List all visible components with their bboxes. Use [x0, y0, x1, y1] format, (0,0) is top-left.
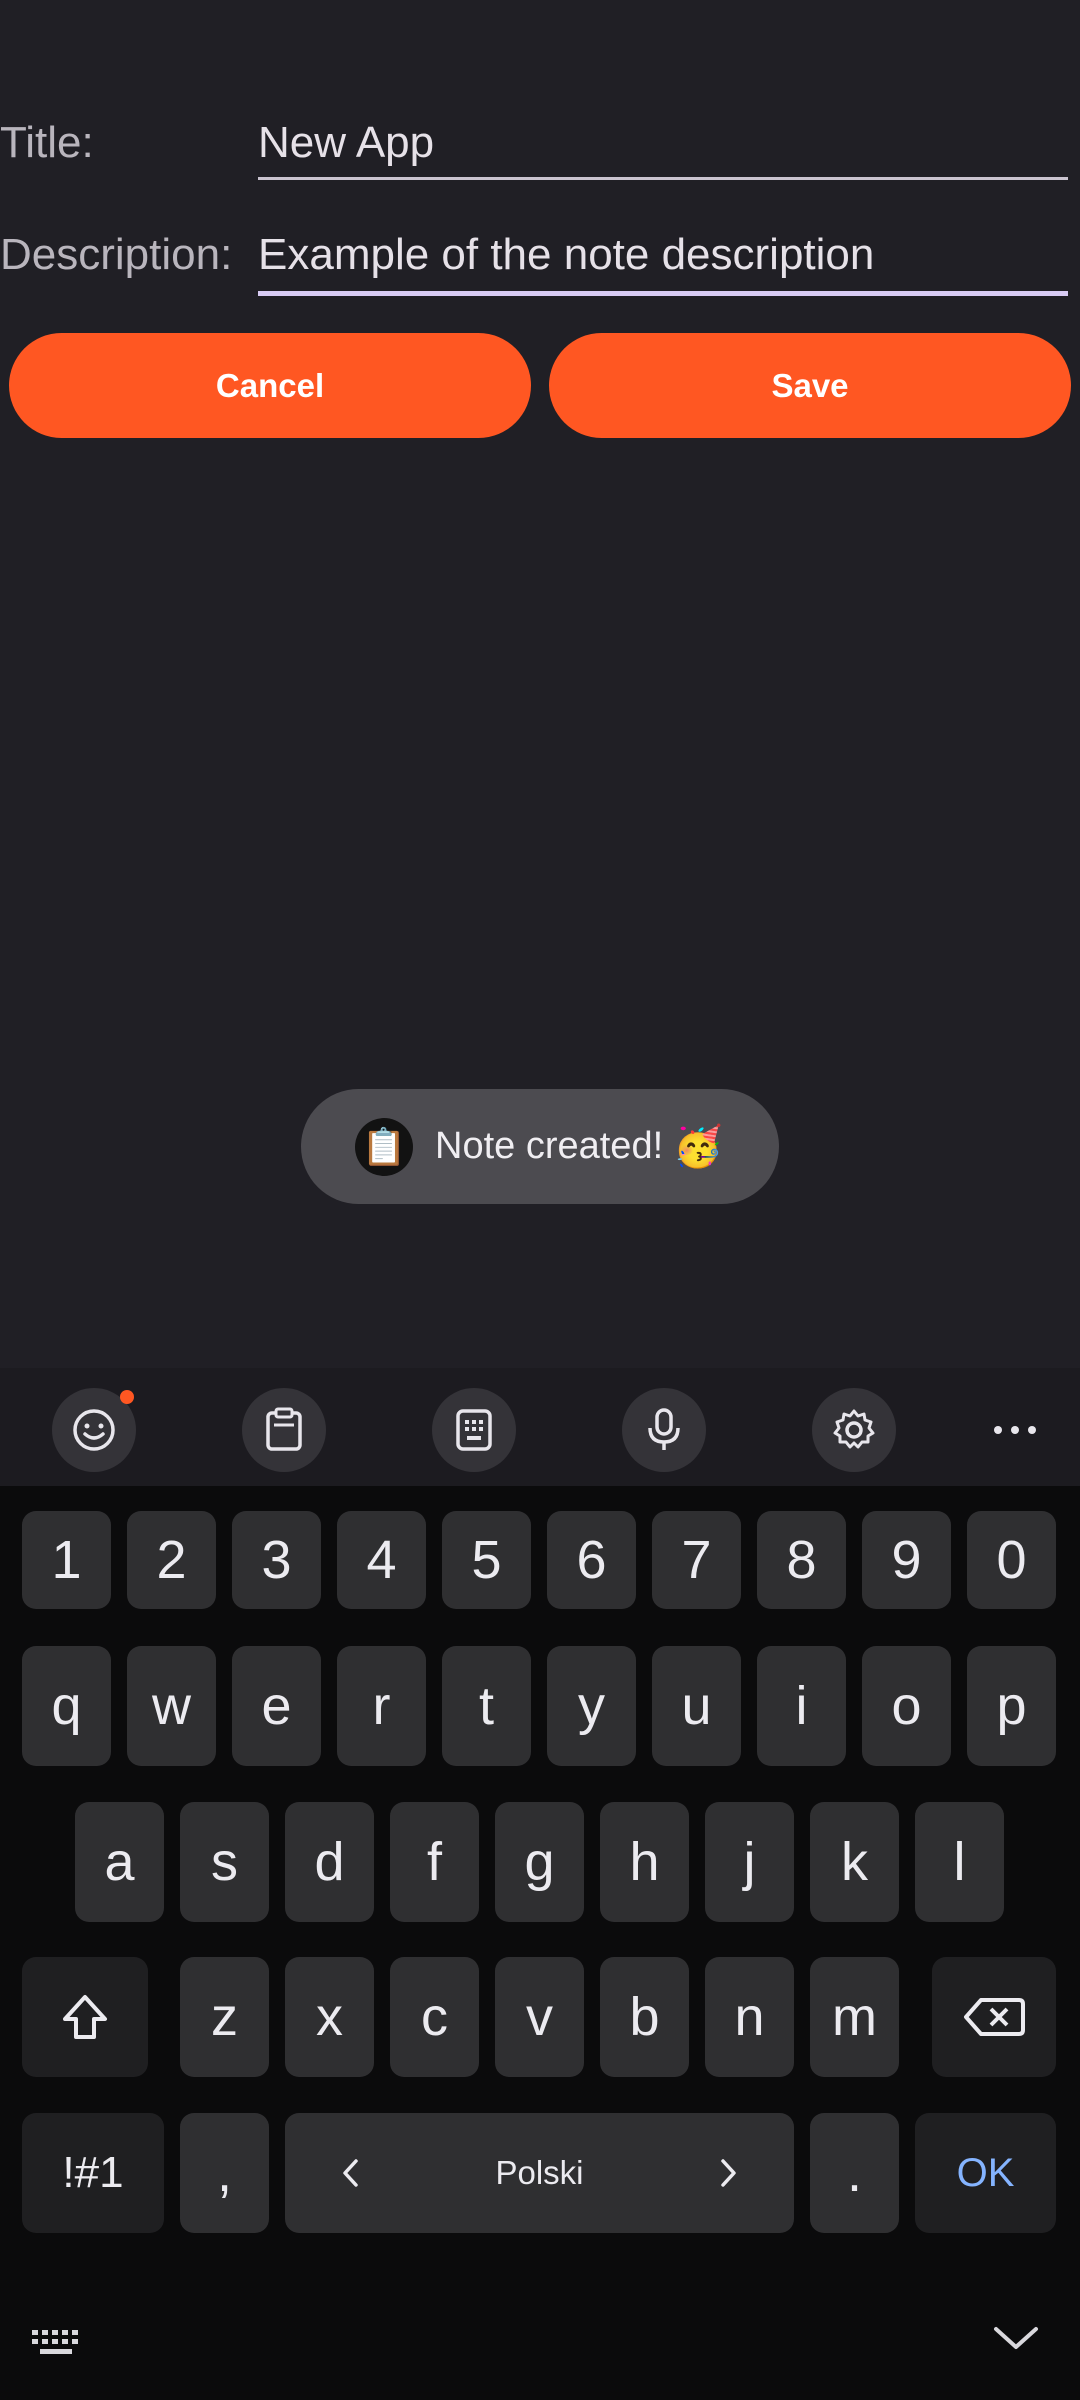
key-a[interactable]: a — [75, 1802, 164, 1922]
key-2[interactable]: 2 — [127, 1511, 216, 1609]
settings-icon[interactable] — [812, 1388, 896, 1472]
key-v[interactable]: v — [495, 1957, 584, 2077]
symbols-key[interactable]: !#1 — [22, 2113, 164, 2233]
key-g[interactable]: g — [495, 1802, 584, 1922]
key-w[interactable]: w — [127, 1646, 216, 1766]
key-1[interactable]: 1 — [22, 1511, 111, 1609]
key-m[interactable]: m — [810, 1957, 899, 2077]
key-y[interactable]: y — [547, 1646, 636, 1766]
key-i[interactable]: i — [757, 1646, 846, 1766]
notification-dot — [120, 1390, 134, 1404]
title-input[interactable]: New App — [258, 118, 1068, 180]
backspace-key[interactable] — [932, 1957, 1056, 2077]
key-f[interactable]: f — [390, 1802, 479, 1922]
key-r[interactable]: r — [337, 1646, 426, 1766]
key-q[interactable]: q — [22, 1646, 111, 1766]
key-n[interactable]: n — [705, 1957, 794, 2077]
key-c[interactable]: c — [390, 1957, 479, 2077]
key-7[interactable]: 7 — [652, 1511, 741, 1609]
keyboard-switch-icon[interactable] — [30, 2328, 82, 2363]
key-t[interactable]: t — [442, 1646, 531, 1766]
key-l[interactable]: l — [915, 1802, 1004, 1922]
shift-key[interactable] — [22, 1957, 148, 2077]
key-j[interactable]: j — [705, 1802, 794, 1922]
key-b[interactable]: b — [600, 1957, 689, 2077]
key-9[interactable]: 9 — [862, 1511, 951, 1609]
key-p[interactable]: p — [967, 1646, 1056, 1766]
key-o[interactable]: o — [862, 1646, 951, 1766]
shift-icon — [63, 1995, 107, 2039]
microphone-icon[interactable] — [622, 1388, 706, 1472]
key-z[interactable]: z — [180, 1957, 269, 2077]
key-8[interactable]: 8 — [757, 1511, 846, 1609]
save-button[interactable]: Save — [549, 333, 1071, 438]
period-key[interactable]: . — [810, 2113, 899, 2233]
keypad-icon[interactable] — [432, 1388, 516, 1472]
title-label: Title: — [0, 118, 94, 167]
chevron-right-icon — [721, 2159, 736, 2187]
toast-notification: 📋 Note created! 🥳 — [301, 1089, 779, 1204]
keyboard: 1 2 3 4 5 6 7 8 9 0 q w e r t y u i o p … — [0, 1368, 1080, 2400]
space-label: Polski — [495, 2154, 584, 2191]
key-3[interactable]: 3 — [232, 1511, 321, 1609]
key-d[interactable]: d — [285, 1802, 374, 1922]
key-e[interactable]: e — [232, 1646, 321, 1766]
key-u[interactable]: u — [652, 1646, 741, 1766]
key-s[interactable]: s — [180, 1802, 269, 1922]
comma-key[interactable]: , — [180, 2113, 269, 2233]
space-key[interactable]: Polski — [285, 2113, 794, 2233]
key-k[interactable]: k — [810, 1802, 899, 1922]
chevron-left-icon — [343, 2159, 358, 2187]
clipboard-icon[interactable] — [242, 1388, 326, 1472]
key-6[interactable]: 6 — [547, 1511, 636, 1609]
hide-keyboard-icon[interactable] — [992, 2323, 1040, 2358]
key-h[interactable]: h — [600, 1802, 689, 1922]
app-icon: 📋 — [355, 1117, 413, 1176]
key-0[interactable]: 0 — [967, 1511, 1056, 1609]
ok-key[interactable]: OK — [915, 2113, 1056, 2233]
description-input[interactable]: Example of the note description — [258, 230, 1068, 296]
description-label: Description: — [0, 230, 233, 279]
cancel-button[interactable]: Cancel — [9, 333, 531, 438]
more-icon[interactable] — [985, 1408, 1045, 1452]
key-5[interactable]: 5 — [442, 1511, 531, 1609]
key-4[interactable]: 4 — [337, 1511, 426, 1609]
party-emoji: 🥳 — [673, 1125, 723, 1169]
keyboard-toolbar — [0, 1368, 1080, 1486]
toast-text: Note created! — [435, 1125, 664, 1167]
key-x[interactable]: x — [285, 1957, 374, 2077]
backspace-icon — [964, 1998, 1025, 2036]
